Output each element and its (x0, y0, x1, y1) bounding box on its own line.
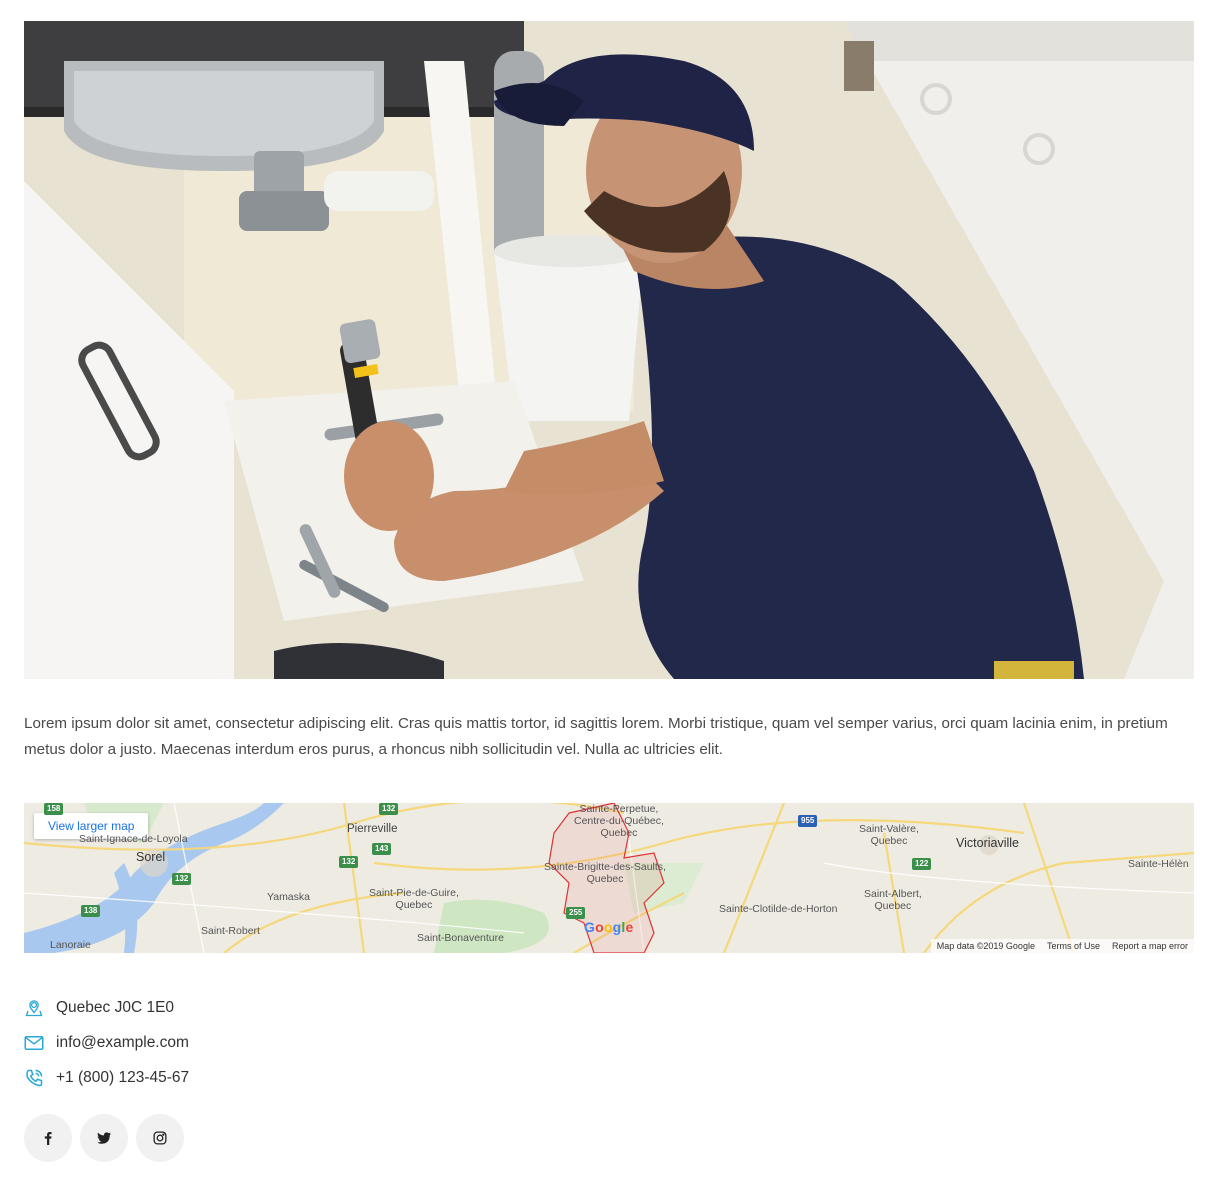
terms-of-use-link[interactable]: Terms of Use (1047, 939, 1100, 953)
map-label: Saint-Valère, Quebec (859, 823, 919, 847)
route-shield: 143 (372, 843, 392, 855)
map-data-credit: Map data ©2019 Google (936, 941, 1035, 951)
twitter-icon (97, 1132, 111, 1144)
phone-row[interactable]: +1 (800) 123-45-67 (24, 1060, 189, 1095)
phone-text[interactable]: +1 (800) 123-45-67 (56, 1069, 189, 1087)
hero-image (24, 21, 1194, 679)
embedded-map[interactable]: View larger map Pierreville Sorel Saint-… (24, 803, 1194, 953)
route-shield: 122 (912, 858, 932, 870)
route-shield: 132 (379, 803, 399, 815)
map-label: Saint-Pie-de-Guire, Quebec (369, 887, 459, 911)
instagram-icon (153, 1131, 167, 1145)
google-logo: Google (584, 919, 634, 935)
route-shield: 132 (339, 856, 359, 868)
map-attribution: Map data ©2019 Google Terms of Use Repor… (930, 939, 1194, 953)
facebook-button[interactable] (24, 1114, 72, 1162)
description-text: Lorem ipsum dolor sit amet, consectetur … (24, 715, 1168, 758)
map-label: Saint-Ignace-de-Loyola (79, 833, 188, 845)
map-label: Sorel (136, 850, 166, 864)
email-text[interactable]: info@example.com (56, 1034, 189, 1052)
envelope-icon (24, 1033, 44, 1053)
route-shield: 955 (798, 815, 818, 827)
contact-info: Quebec J0C 1E0 info@example.com +1 (800)… (24, 990, 189, 1095)
phone-icon (24, 1068, 44, 1088)
report-map-error-link[interactable]: Report a map error (1112, 939, 1188, 953)
map-label: Saint-Robert (201, 925, 260, 937)
email-row[interactable]: info@example.com (24, 1025, 189, 1060)
map-label: Yamaska (267, 891, 310, 903)
map-label: Pierreville (347, 823, 398, 835)
map-label: Sainte-Brigitte-des-Saults, Quebec (544, 861, 666, 885)
map-label: Sainte-Clotilde-de-Horton (719, 903, 838, 915)
route-shield: 138 (81, 905, 101, 917)
map-label: Saint-Albert, Quebec (864, 888, 922, 912)
address-row: Quebec J0C 1E0 (24, 990, 189, 1025)
map-label: Sainte-Perpetue, Centre-du-Québec, Quebe… (574, 803, 664, 839)
route-shield: 255 (566, 907, 586, 919)
map-label: Saint-Bonaventure (417, 932, 504, 944)
map-pin-icon (24, 998, 44, 1018)
route-shield: 132 (172, 873, 192, 885)
route-shield: 158 (44, 803, 64, 815)
address-text: Quebec J0C 1E0 (56, 998, 175, 1016)
social-links (24, 1114, 184, 1162)
facebook-icon (44, 1132, 52, 1145)
map-label: Victoriaville (956, 836, 1019, 850)
instagram-button[interactable] (136, 1114, 184, 1162)
map-label: Sainte-Hélèn (1128, 858, 1189, 870)
twitter-button[interactable] (80, 1114, 128, 1162)
map-label: Lanoraie (50, 939, 91, 951)
